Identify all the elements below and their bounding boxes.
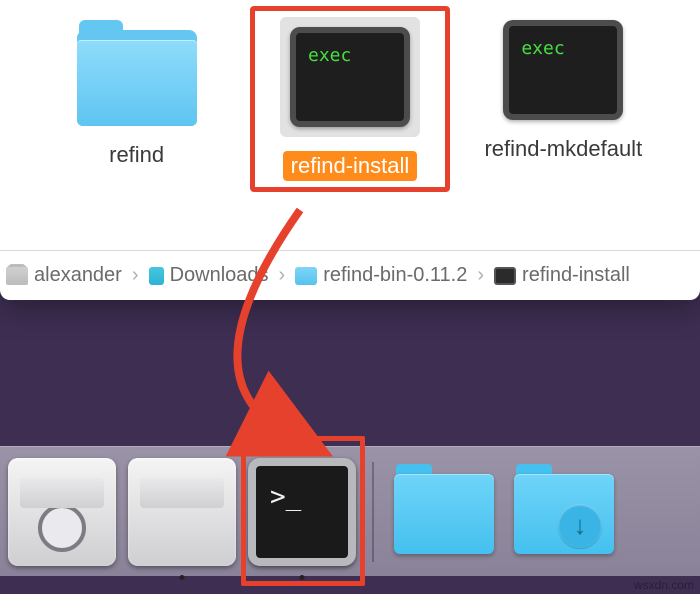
path-segment-downloads[interactable]: Downloads [149,264,269,287]
dock-boot-camp[interactable] [128,458,236,566]
exec-icon: exec [503,20,623,120]
file-refind-install[interactable]: exec [280,17,420,137]
file-label: refind [101,140,172,170]
folder-icon [77,30,197,126]
downloads-folder-icon: ↓ [510,458,618,566]
folder-icon [295,267,317,285]
dock-area: >_ ↓ [0,424,700,594]
path-label: Downloads [170,264,269,287]
dock-folder-downloads[interactable]: ↓ [510,458,618,566]
chevron-right-icon: › [128,264,143,287]
icon-grid: refind exec refind-install exec refind-m… [0,0,700,245]
exec-icon: exec [290,27,410,127]
path-label: alexander [34,264,122,287]
dock-divider [372,462,374,562]
boot-camp-icon [128,458,236,566]
folder-icon [390,458,498,566]
file-label: refind-mkdefault [476,134,650,164]
download-arrow-icon: ↓ [558,504,602,548]
chevron-right-icon: › [275,264,290,287]
path-bar[interactable]: alexander › Downloads › refind-bin-0.11.… [0,250,700,300]
file-refind[interactable]: refind [37,20,237,170]
path-label: refind-bin-0.11.2 [323,264,467,287]
finder-window: refind exec refind-install exec refind-m… [0,0,700,300]
folder-icon [149,267,164,285]
exec-text: exec [521,38,564,59]
exec-text: exec [308,45,351,66]
watermark: wsxdn.com [634,578,694,592]
running-dot-icon [180,575,185,580]
path-segment-refind-install[interactable]: refind-install [494,264,630,287]
file-refind-install-highlight: exec refind-install [250,6,450,192]
path-segment-refind-bin[interactable]: refind-bin-0.11.2 [295,264,467,287]
file-label: refind-install [283,151,418,181]
path-label: refind-install [522,264,630,287]
dock-disk-utility[interactable] [8,458,116,566]
path-segment-home[interactable]: alexander [6,264,122,287]
disk-utility-icon [8,458,116,566]
home-icon [6,267,28,285]
file-refind-mkdefault[interactable]: exec refind-mkdefault [463,20,663,164]
chevron-right-icon: › [473,264,488,287]
exec-icon [494,267,516,285]
terminal-highlight-box [241,436,365,586]
dock-folder-generic[interactable] [390,458,498,566]
